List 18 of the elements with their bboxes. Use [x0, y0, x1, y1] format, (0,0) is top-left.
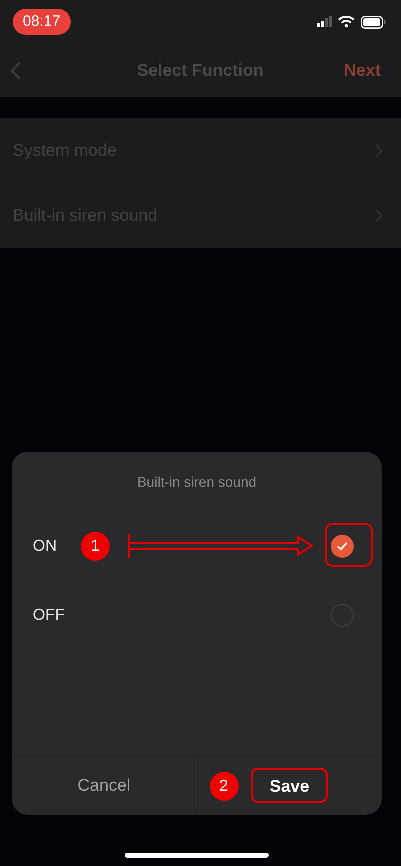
time-badge: 08:17	[13, 8, 71, 36]
radio-unchecked[interactable]	[331, 604, 354, 627]
option-label: ON	[33, 536, 57, 556]
step-badge: 1	[81, 532, 110, 561]
back-icon[interactable]	[10, 60, 22, 80]
option-label: OFF	[33, 606, 65, 626]
cancel-button[interactable]: Cancel	[70, 768, 139, 802]
radio-checked[interactable]	[331, 535, 354, 558]
dialog-title: Built-in siren sound	[136, 472, 258, 492]
check-icon	[337, 542, 348, 551]
chevron-icon	[375, 144, 383, 158]
next-button[interactable]: Next	[344, 58, 391, 84]
save-button[interactable]: Save	[251, 768, 328, 803]
battery-icon	[361, 16, 386, 28]
wifi-icon	[338, 16, 355, 28]
chevron-icon	[375, 208, 383, 222]
signal-icon	[317, 16, 332, 28]
step-badge: 2	[210, 772, 238, 801]
